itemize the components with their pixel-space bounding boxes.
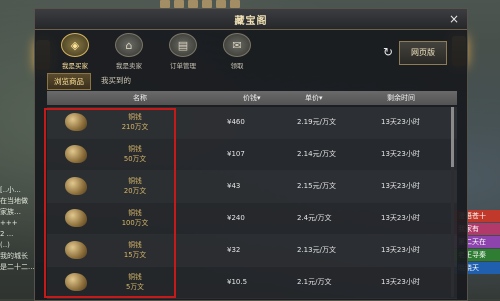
item-unit-price: 2.19元/万文 <box>297 118 336 126</box>
shop-icon: ⌂ <box>115 33 143 57</box>
table-row[interactable]: 铜钱 5万文 ¥10.5 2.1元/万文 13天23小时 <box>47 267 457 299</box>
item-amount: 20万文 <box>123 187 147 195</box>
table-row[interactable]: 铜钱 20万文 ¥43 2.15元/万文 13天23小时 <box>47 171 457 203</box>
item-amount: 210万文 <box>121 123 149 131</box>
nav-label: 领取 <box>230 62 244 70</box>
item-price: ¥107 <box>227 150 245 158</box>
sub-tabs: 浏览商品 我买到的 <box>47 73 137 90</box>
table-row[interactable]: 铜钱 100万文 ¥240 2.4元/万文 13天23小时 <box>47 203 457 235</box>
top-status-icons <box>160 0 440 8</box>
col-time[interactable]: 剩余时间 <box>387 91 415 105</box>
item-name: 铜钱 50万文 <box>107 144 163 164</box>
nav-buyer[interactable]: ◈ 我是买家 <box>55 33 95 75</box>
item-amount: 50万文 <box>123 155 147 163</box>
scrollbar-thumb[interactable] <box>451 107 454 167</box>
mail-icon: ✉ <box>223 33 251 57</box>
item-unit-price: 2.15元/万文 <box>297 182 336 190</box>
item-name: 铜钱 100万文 <box>107 208 163 228</box>
copper-coin-icon <box>65 113 87 131</box>
nav-label: 我是买家 <box>62 62 88 70</box>
window-title: 藏宝阁 <box>234 16 268 27</box>
table-row[interactable]: 铜钱 15万文 ¥32 2.13元/万文 13天23小时 <box>47 235 457 267</box>
item-name: 铜钱 20万文 <box>107 176 163 196</box>
table-row[interactable]: 铜钱 50万文 ¥107 2.14元/万文 13天23小时 <box>47 139 457 171</box>
item-type: 铜钱 <box>128 209 142 217</box>
copper-coin-icon <box>65 177 87 195</box>
col-name[interactable]: 名称 <box>133 91 147 105</box>
item-amount: 5万文 <box>126 283 144 291</box>
item-unit-price: 2.13元/万文 <box>297 246 336 254</box>
nav-label: 我是卖家 <box>116 62 142 70</box>
order-icon: ▤ <box>169 33 197 57</box>
web-version-button[interactable]: 网页版 <box>399 41 447 65</box>
listing-table: 铜钱 210万文 ¥460 2.19元/万文 13天23小时 铜钱 50万文 ¥107 2.14… <box>47 107 457 299</box>
nav-label: 订单管理 <box>170 62 196 70</box>
item-time-left: 13天23小时 <box>381 182 420 190</box>
item-time-left: 13天23小时 <box>381 278 420 286</box>
col-unit-label: 单价 <box>305 94 319 102</box>
item-unit-price: 2.4元/万文 <box>297 214 332 222</box>
item-type: 铜钱 <box>128 145 142 153</box>
tab-purchased[interactable]: 我买到的 <box>95 73 137 90</box>
item-type: 铜钱 <box>128 113 142 121</box>
item-name: 铜钱 15万文 <box>107 240 163 260</box>
item-time-left: 13天23小时 <box>381 150 420 158</box>
item-price: ¥43 <box>227 182 241 190</box>
refresh-icon[interactable]: ↻ <box>383 45 393 59</box>
item-name: 铜钱 5万文 <box>107 272 163 292</box>
item-time-left: 13天23小时 <box>381 118 420 126</box>
item-unit-price: 2.1元/万文 <box>297 278 332 286</box>
col-price[interactable]: 价钱▾ <box>243 91 261 105</box>
item-type: 铜钱 <box>128 273 142 281</box>
item-amount: 100万文 <box>121 219 149 227</box>
item-price: ¥32 <box>227 246 241 254</box>
item-price: ¥460 <box>227 118 245 126</box>
copper-coin-icon <box>65 145 87 163</box>
nav-orders[interactable]: ▤ 订单管理 <box>163 33 203 75</box>
copper-coin-icon <box>65 241 87 259</box>
copper-coin-icon <box>65 209 87 227</box>
item-price: ¥10.5 <box>227 278 248 286</box>
item-unit-price: 2.14元/万文 <box>297 150 336 158</box>
item-amount: 15万文 <box>123 251 147 259</box>
nav-claim[interactable]: ✉ 领取 <box>217 33 257 75</box>
table-row[interactable]: 铜钱 210万文 ¥460 2.19元/万文 13天23小时 <box>47 107 457 139</box>
close-icon[interactable]: × <box>449 11 459 27</box>
copper-coin-icon <box>65 273 87 291</box>
item-name: 铜钱 210万文 <box>107 112 163 132</box>
col-price-label: 价钱 <box>243 94 257 102</box>
buyer-icon: ◈ <box>61 33 89 57</box>
scrollbar[interactable] <box>451 107 454 297</box>
item-time-left: 13天23小时 <box>381 214 420 222</box>
item-price: ¥240 <box>227 214 245 222</box>
table-header: 名称 价钱▾ 单价▾ 剩余时间 <box>47 91 457 105</box>
tab-browse[interactable]: 浏览商品 <box>47 73 91 90</box>
item-type: 铜钱 <box>128 177 142 185</box>
col-unit[interactable]: 单价▾ <box>305 91 323 105</box>
item-type: 铜钱 <box>128 241 142 249</box>
nav-row: ◈ 我是买家 ⌂ 我是卖家 ▤ 订单管理 ✉ 领取 <box>55 33 257 75</box>
treasure-pavilion-window: 藏宝阁 × ◈ 我是买家 ⌂ 我是卖家 ▤ 订单管理 ✉ 领取 ↻ 网页版 浏览… <box>34 8 468 301</box>
item-time-left: 13天23小时 <box>381 246 420 254</box>
nav-seller[interactable]: ⌂ 我是卖家 <box>109 33 149 75</box>
title-bar: 藏宝阁 × <box>35 9 467 30</box>
